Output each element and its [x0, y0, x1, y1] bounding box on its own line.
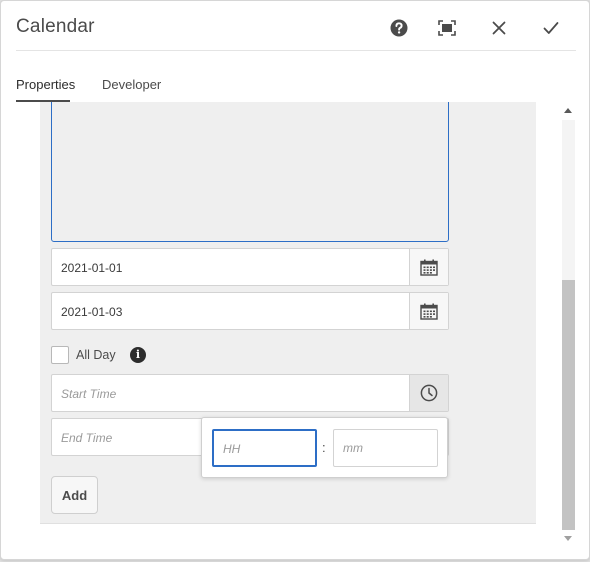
scrollbar-thumb[interactable]	[562, 280, 575, 530]
calendar-dialog: Calendar Properties Developer 2021-01-01…	[0, 0, 590, 560]
calendar-icon	[420, 259, 438, 276]
vertical-scrollbar[interactable]	[560, 102, 576, 548]
end-date-picker-button[interactable]	[409, 293, 448, 329]
done-button[interactable]	[536, 13, 566, 43]
fullscreen-button[interactable]	[432, 13, 462, 43]
tab-properties[interactable]: Properties	[16, 77, 75, 92]
start-time-picker-button[interactable]	[409, 375, 448, 411]
time-separator: :	[322, 440, 326, 455]
tab-developer[interactable]: Developer	[102, 77, 161, 92]
start-time-placeholder: Start Time	[61, 387, 117, 401]
end-time-placeholder: End Time	[61, 431, 113, 445]
info-icon[interactable]: i	[130, 347, 146, 363]
hours-input[interactable]: HH	[212, 429, 317, 467]
start-date-picker-button[interactable]	[409, 249, 448, 285]
help-button[interactable]	[384, 13, 414, 43]
dialog-header: Calendar	[1, 1, 589, 51]
dialog-title: Calendar	[16, 16, 95, 37]
clock-icon	[420, 384, 438, 402]
tab-bar: Properties Developer	[16, 73, 576, 103]
help-icon	[390, 19, 408, 37]
start-date-value: 2021-01-01	[61, 261, 123, 275]
start-date-field[interactable]: 2021-01-01	[51, 248, 449, 286]
time-picker-popover: HH : mm	[201, 417, 448, 478]
scroll-down-arrow-icon[interactable]	[564, 536, 572, 541]
minutes-input[interactable]: mm	[333, 429, 438, 467]
all-day-label: All Day	[76, 348, 116, 362]
hours-placeholder: HH	[223, 442, 241, 456]
checkmark-icon	[543, 22, 559, 34]
description-textarea[interactable]	[51, 102, 449, 242]
minutes-placeholder: mm	[343, 441, 363, 455]
start-time-field[interactable]: Start Time	[51, 374, 449, 412]
all-day-checkbox[interactable]	[51, 346, 69, 364]
scroll-up-arrow-icon[interactable]	[564, 108, 572, 113]
calendar-icon	[420, 303, 438, 320]
fullscreen-icon	[438, 20, 456, 36]
add-button[interactable]: Add	[51, 476, 98, 514]
end-date-field[interactable]: 2021-01-03	[51, 292, 449, 330]
close-icon	[492, 21, 506, 35]
close-button[interactable]	[484, 13, 514, 43]
end-date-value: 2021-01-03	[61, 305, 123, 319]
header-divider	[16, 50, 576, 51]
